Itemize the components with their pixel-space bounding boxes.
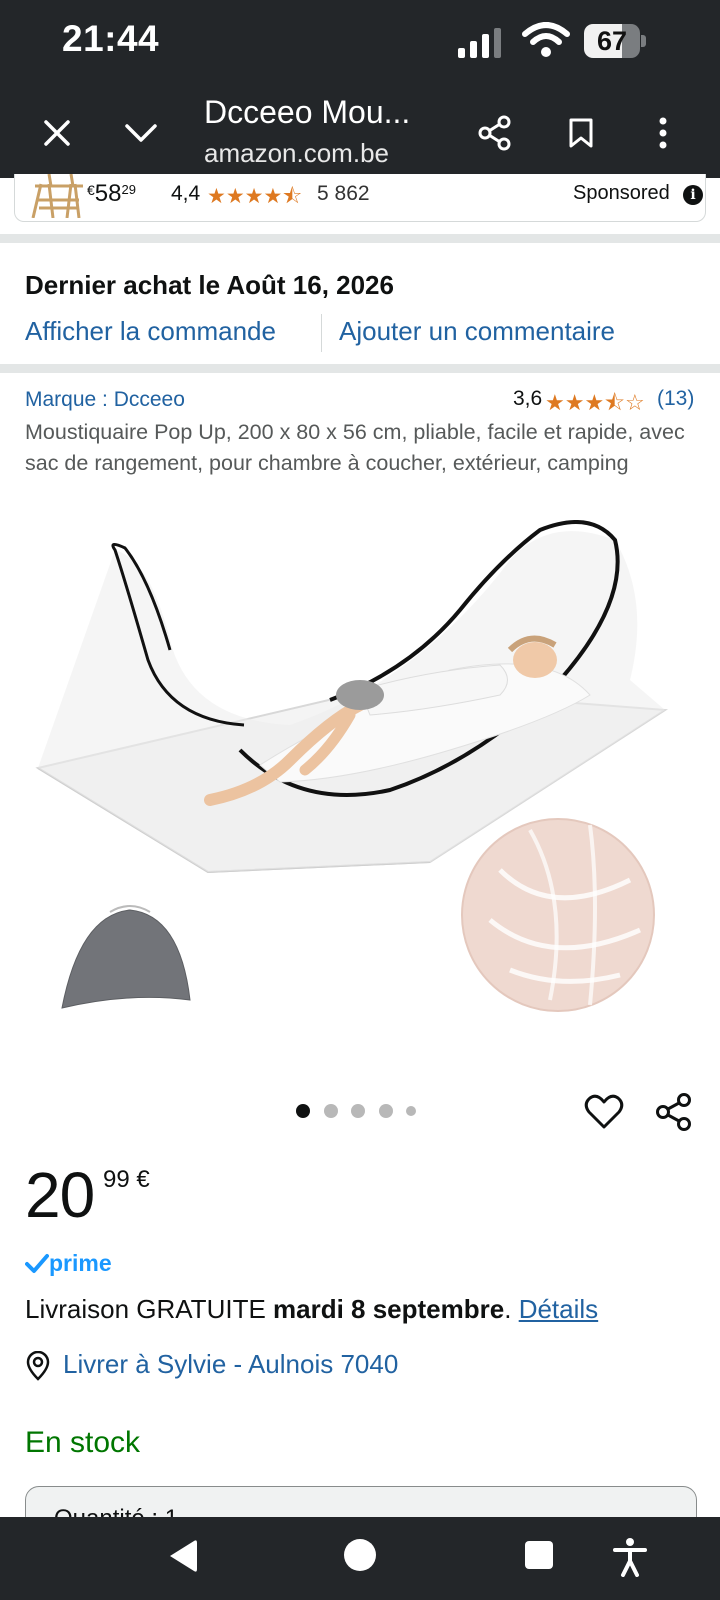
bookmark-button[interactable] [558,110,604,156]
page-url: amazon.com.be [204,138,389,168]
sponsored-rating: 4,4 [171,182,201,205]
sponsored-label: Sponsored [573,182,670,204]
share-icon[interactable] [654,1092,694,1132]
price-whole: 20 [25,1159,95,1231]
chair-product-thumbnail[interactable] [27,174,85,218]
brand-link[interactable]: Marque : Dcceeo [25,388,185,412]
back-triangle-icon[interactable] [166,1538,200,1574]
browser-toolbar: Dcceeo Mou... amazon.com.be [0,88,720,178]
product-image[interactable] [30,520,690,1050]
sponsored-price: €5829 [87,180,136,207]
carousel-dot[interactable] [323,1104,338,1118]
recent-apps-button[interactable] [525,1541,553,1569]
carousel-dot[interactable] [351,1104,365,1118]
product-title: Moustiquaire Pop Up, 200 x 80 x 56 cm, p… [25,420,685,475]
clock: 21:44 [62,18,160,59]
more-vertical-icon [659,117,667,149]
view-order-link[interactable]: Afficher la commande [25,316,276,347]
bookmark-icon [569,118,593,148]
delivery-details-link[interactable]: Détails [519,1294,598,1324]
carousel-dot[interactable] [406,1106,416,1116]
battery-level: 67 [596,26,628,56]
info-icon[interactable]: i [683,185,703,205]
more-options-button[interactable] [640,110,686,156]
status-bar: 21:44 67 [0,0,720,88]
section-divider [0,234,720,243]
price-fraction: 99 € [103,1166,150,1193]
carousel-dot[interactable] [296,1104,310,1118]
accessibility-icon[interactable] [612,1537,648,1577]
share-icon [478,115,511,151]
location-pin-icon [26,1351,50,1381]
wifi-icon [522,22,570,57]
carousel-dot[interactable] [378,1104,393,1118]
image-carousel-dots[interactable] [296,1104,426,1120]
product-rating-value: 3,6 [513,387,543,410]
minimize-button[interactable] [118,110,164,156]
signal-icon [458,28,501,58]
close-tab-button[interactable] [34,110,80,156]
add-review-link[interactable]: Ajouter un commentaire [339,316,615,347]
product-rating-count[interactable]: (13) [657,387,694,411]
chevron-down-icon [125,124,157,142]
home-button[interactable] [344,1539,376,1571]
share-button[interactable] [472,110,518,156]
sponsored-star-rating: ★★★★⯪ [207,185,303,208]
system-navigation-bar [0,1517,720,1600]
stock-status: En stock [25,1426,141,1459]
link-divider [321,314,322,352]
sponsored-review-count: 5 862 [317,182,370,205]
sponsored-product-card[interactable]: €5829 4,4 ★★★★⯪ 5 862 Sponsored i [14,174,706,222]
close-icon [44,120,70,146]
heart-icon[interactable] [584,1092,624,1132]
checkmark-icon [25,1254,49,1273]
last-purchase-heading: Dernier achat le Août 16, 2026 [25,270,394,300]
product-price: 20 99 € [25,1158,150,1232]
delivery-info: Livraison GRATUITE mardi 8 septembre. Dé… [25,1294,599,1324]
page-title: Dcceeo Mou... [204,94,411,130]
battery-indicator: 67 [584,24,646,58]
section-divider [0,364,720,373]
